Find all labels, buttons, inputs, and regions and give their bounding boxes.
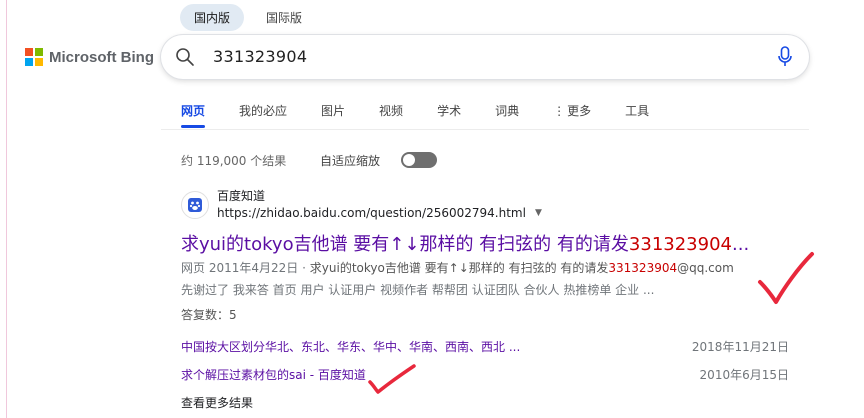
tab-videos[interactable]: 视频	[379, 102, 403, 119]
tab-my-bing[interactable]: 我的必应	[239, 102, 287, 119]
more-results-link[interactable]: 查看更多结果	[181, 394, 253, 411]
related-link[interactable]: 中国按大区划分华北、东北、华东、华中、华南、西南、西北 ...	[181, 340, 520, 354]
tab-more-label: 更多	[567, 104, 592, 118]
nav-divider	[161, 129, 809, 130]
market-tabs: 国内版 国际版	[180, 4, 316, 31]
more-dots-icon: ⋮	[553, 103, 566, 118]
red-checkmark-annotation	[758, 252, 814, 304]
result-title-text: 求yui的tokyo吉他谱 要有↑↓那样的 有扫弦的 有的请发	[181, 234, 629, 255]
tab-academic[interactable]: 学术	[437, 102, 461, 119]
logo-text: Microsoft Bing	[49, 48, 154, 66]
related-result: 求个解压过素材包的sai - 百度知道 2010年6月15日	[181, 366, 789, 383]
snippet-prefix: 网页	[181, 261, 206, 275]
caret-down-icon[interactable]: ▼	[535, 208, 542, 218]
snippet-separator: ·	[302, 261, 306, 275]
market-tab-international[interactable]: 国际版	[252, 4, 316, 31]
result-snippet: 网页 2011年4月22日 · 求yui的tokyo吉他谱 要有↑↓那样的 有扫…	[181, 259, 734, 276]
adaptive-zoom-label: 自适应缩放	[320, 154, 381, 168]
snippet-date: 2011年4月22日	[208, 261, 299, 275]
result-count: 约 119,000 个结果	[181, 154, 287, 168]
result-title-ellipsis: ...	[732, 234, 750, 255]
tab-tools[interactable]: 工具	[625, 102, 649, 119]
snippet-suffix: @qq.com	[677, 261, 734, 275]
tab-more[interactable]: ⋮ 更多	[553, 102, 591, 119]
related-result: 中国按大区划分华北、东北、华东、华中、华南、西南、西北 ... 2018年11月…	[181, 338, 789, 355]
search-input[interactable]: 331323904	[213, 47, 307, 66]
market-tab-domestic[interactable]: 国内版	[180, 4, 245, 31]
answer-count: 答复数：5	[181, 308, 237, 322]
related-date: 2018年11月21日	[691, 340, 789, 354]
result-snippet-line2: 先谢过了 我来答 首页 用户 认证用户 视频作者 帮帮团 认证团队 合伙人 热推…	[181, 283, 655, 297]
result-title-link[interactable]: 求yui的tokyo吉他谱 要有↑↓那样的 有扫弦的 有的请发331323904…	[181, 230, 749, 256]
snippet-highlight: 331323904	[608, 261, 678, 275]
related-date: 2010年6月15日	[699, 368, 789, 382]
page-edge-line	[6, 0, 7, 418]
bing-logo[interactable]: Microsoft Bing	[25, 48, 154, 66]
adaptive-zoom-toggle[interactable]	[401, 152, 437, 168]
toggle-knob	[403, 154, 415, 166]
result-title-highlight: 331323904	[628, 234, 732, 255]
snippet-text: 求yui的tokyo吉他谱 要有↑↓那样的 有扫弦的 有的请发	[309, 261, 609, 275]
microsoft-logo-icon	[25, 48, 43, 66]
tab-web[interactable]: 网页	[181, 102, 206, 128]
search-box[interactable]: 331323904	[161, 35, 809, 79]
search-icon[interactable]	[175, 47, 195, 67]
tab-dictionary[interactable]: 词典	[495, 102, 519, 119]
related-link[interactable]: 求个解压过素材包的sai - 百度知道	[181, 368, 366, 382]
result-site-name: 百度知道	[217, 189, 266, 203]
baidu-paw-icon[interactable]	[181, 191, 209, 219]
result-url[interactable]: https://zhidao.baidu.com/question/256002…	[217, 206, 526, 220]
scope-nav: 网页 我的必应 图片 视频 学术 词典 ⋮ 更多 工具	[181, 102, 683, 128]
tab-images[interactable]: 图片	[321, 102, 345, 119]
microphone-icon[interactable]	[777, 46, 793, 68]
